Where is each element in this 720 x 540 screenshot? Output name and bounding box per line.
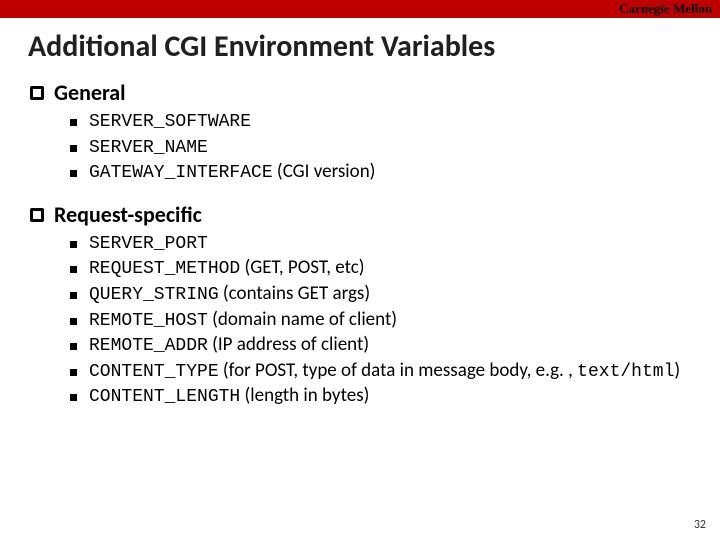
list-item: SERVER_NAME — [70, 136, 690, 160]
brand-label: Carnegie Mellon — [619, 0, 712, 18]
section-heading-text: Request-specific — [54, 201, 202, 228]
top-color-bar — [0, 0, 720, 18]
square-bullet-icon — [70, 343, 77, 350]
square-bullet-icon — [70, 119, 77, 126]
square-bullet-icon — [70, 369, 77, 376]
list-item: REMOTE_ADDR (IP address of client) — [70, 334, 690, 358]
list-item: GATEWAY_INTERFACE (CGI version) — [70, 161, 690, 185]
square-bullet-icon — [70, 241, 77, 248]
list-item-text: GATEWAY_INTERFACE (CGI version) — [89, 161, 375, 185]
list-item: REQUEST_METHOD (GET, POST, etc) — [70, 257, 690, 281]
hollow-square-bullet-icon — [30, 86, 44, 100]
slide-content: General SERVER_SOFTWARE SERVER_NAME GATE… — [30, 79, 690, 409]
section-items: SERVER_SOFTWARE SERVER_NAME GATEWAY_INTE… — [70, 110, 690, 185]
list-item: CONTENT_TYPE (for POST, type of data in … — [70, 360, 690, 384]
square-bullet-icon — [70, 394, 77, 401]
list-item-text: SERVER_NAME — [89, 136, 208, 160]
list-item-text: SERVER_SOFTWARE — [89, 110, 251, 134]
list-item: SERVER_PORT — [70, 232, 690, 256]
list-item-text: REQUEST_METHOD (GET, POST, etc) — [89, 257, 365, 281]
list-item: SERVER_SOFTWARE — [70, 110, 690, 134]
list-item-text: CONTENT_LENGTH (length in bytes) — [89, 385, 369, 409]
square-bullet-icon — [70, 318, 77, 325]
list-item-text: CONTENT_TYPE (for POST, type of data in … — [89, 360, 680, 384]
square-bullet-icon — [70, 292, 77, 299]
page-number: 32 — [694, 518, 706, 532]
hollow-square-bullet-icon — [30, 208, 44, 222]
section-items: SERVER_PORT REQUEST_METHOD (GET, POST, e… — [70, 232, 690, 409]
list-item: CONTENT_LENGTH (length in bytes) — [70, 385, 690, 409]
section-heading: Request-specific — [30, 201, 690, 228]
section-heading-text: General — [54, 79, 126, 106]
square-bullet-icon — [70, 170, 77, 177]
square-bullet-icon — [70, 266, 77, 273]
list-item: QUERY_STRING (contains GET args) — [70, 283, 690, 307]
square-bullet-icon — [70, 145, 77, 152]
list-item-text: SERVER_PORT — [89, 232, 208, 256]
list-item-text: REMOTE_ADDR (IP address of client) — [89, 334, 369, 358]
list-item-text: REMOTE_HOST (domain name of client) — [89, 309, 397, 333]
list-item: REMOTE_HOST (domain name of client) — [70, 309, 690, 333]
section-heading: General — [30, 79, 690, 106]
slide-title: Additional CGI Environment Variables — [28, 28, 720, 65]
list-item-text: QUERY_STRING (contains GET args) — [89, 283, 370, 307]
